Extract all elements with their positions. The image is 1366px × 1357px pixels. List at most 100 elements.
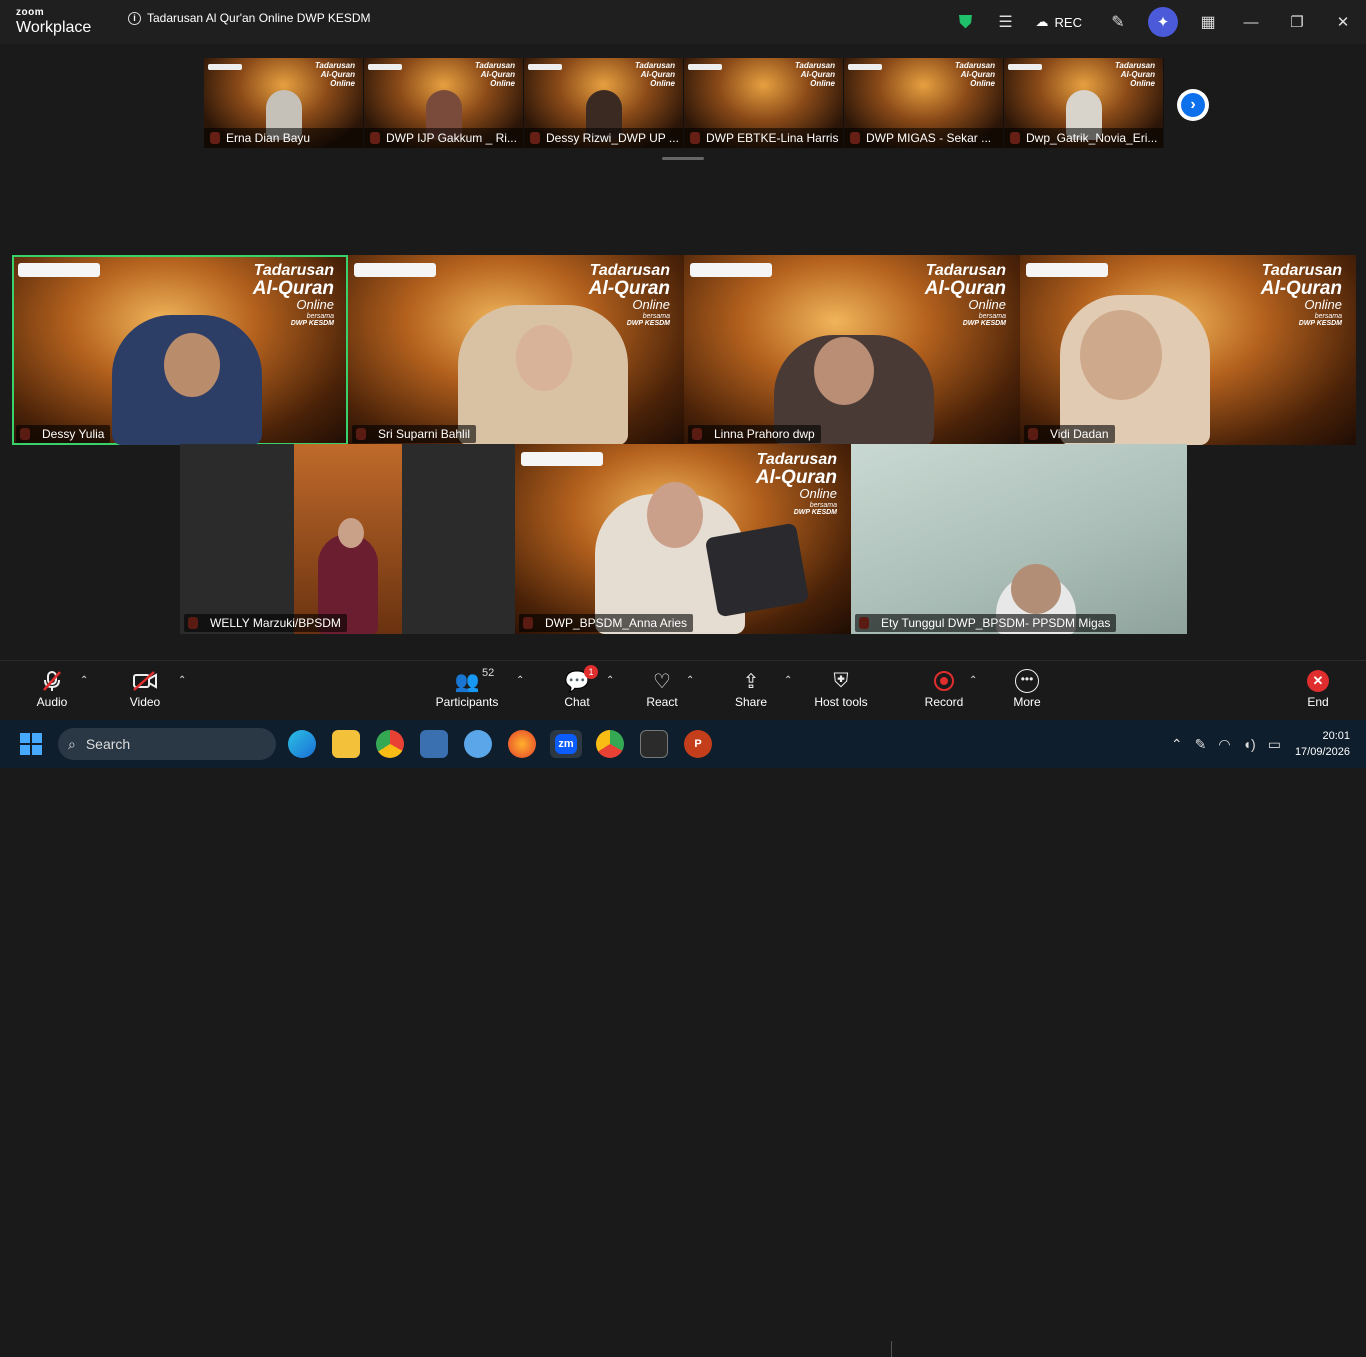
firefox-icon[interactable]	[508, 730, 536, 758]
participants-options-chevron-icon[interactable]: ⌃	[516, 675, 524, 686]
participant-name: Ety Tunggul DWP_BPSDM- PPSDM Migas	[855, 614, 1117, 632]
video-tile[interactable]: Tadarusan Al-Quran Online bersama DWP KESDM …	[515, 444, 851, 634]
minimize-icon[interactable]: —	[1228, 0, 1274, 44]
strip-tile[interactable]: Tadarusan Al-Quran Online DWP MIGAS - Seka…	[844, 58, 1004, 148]
restore-icon[interactable]: ❐	[1274, 0, 1320, 44]
background-title: Tadarusan Al-Quran Online	[314, 61, 355, 88]
org-logos	[1008, 64, 1042, 70]
audio-button[interactable]: Audio	[34, 667, 70, 709]
host-tools-button[interactable]: ⛨ Host tools	[810, 667, 872, 710]
wifi-icon[interactable]: ◠	[1218, 736, 1230, 753]
edge-icon[interactable]	[288, 730, 316, 758]
participant-face	[338, 518, 364, 548]
language-icon[interactable]: ✎	[1195, 736, 1207, 753]
end-meeting-button[interactable]: ✕ End	[1302, 667, 1334, 709]
participant-face	[1011, 564, 1061, 614]
powerpoint-icon[interactable]: P	[684, 730, 712, 758]
share-options-chevron-icon[interactable]: ⌃	[784, 675, 792, 686]
info-icon[interactable]: i	[128, 11, 141, 25]
taskbar-search[interactable]: ⌕ Search	[58, 728, 276, 760]
notes-icon[interactable]: ☰	[986, 2, 1026, 42]
participant-name: Vidi Dadan	[1024, 425, 1115, 443]
next-page-button[interactable]: ›	[1177, 89, 1209, 121]
shield-icon: ⛨	[833, 669, 849, 692]
terminal-icon[interactable]	[640, 730, 668, 758]
participant-name: DWP IJP Gakkum _ Ri...	[364, 128, 523, 148]
participants-button[interactable]: 👥 52 Participants	[434, 667, 500, 709]
clock-time: 20:01	[1322, 730, 1350, 742]
participant-name: Erna Dian Bayu	[204, 128, 363, 148]
share-button[interactable]: ⇪ Share	[734, 667, 768, 710]
cloud-record-status[interactable]: ☁ REC	[1026, 14, 1098, 30]
file-explorer-icon[interactable]	[332, 730, 360, 758]
react-options-chevron-icon[interactable]: ⌃	[686, 675, 694, 686]
meeting-info[interactable]: i Tadarusan Al Qur'an Online DWP KESDM	[128, 11, 371, 25]
search-placeholder: Search	[85, 736, 131, 752]
org-logos	[688, 64, 722, 70]
participant-name: DWP EBTKE-Lina Harris	[684, 128, 843, 148]
volume-icon[interactable]: ◖)	[1243, 736, 1256, 752]
more-label: More	[1013, 695, 1041, 709]
video-tile[interactable]: Tadarusan Al-Quran Online bersama DWP KESDM …	[348, 255, 684, 445]
more-button[interactable]: ••• More	[1010, 667, 1044, 709]
video-tile[interactable]: Tadarusan Al-Quran Online bersama DWP KESDM …	[12, 255, 348, 445]
background-title: Tadarusan Al-Quran Online	[474, 61, 515, 88]
org-logos	[521, 452, 603, 466]
meeting-toolbar: Audio ⌃ Video ⌃ 👥 52 Participants ⌃ 💬 1 …	[0, 660, 1366, 1357]
strip-scroll-indicator[interactable]	[662, 157, 704, 160]
clock[interactable]: 20:01 17/09/2026	[1295, 728, 1350, 760]
share-label: Share	[734, 695, 768, 709]
participant-name: DWP_BPSDM_Anna Aries	[519, 614, 694, 632]
participant-strip: Tadarusan Al-Quran Online Erna Dian Bayu T…	[204, 58, 1164, 148]
chevron-right-icon: ›	[1181, 93, 1205, 117]
org-logos	[18, 263, 100, 277]
background-title: Tadarusan Al-Quran Online bersama DWP KESDM	[924, 262, 1006, 328]
strip-tile[interactable]: Tadarusan Al-Quran Online Dessy Rizwi_DWP …	[524, 58, 684, 148]
chat-unread-badge: 1	[584, 665, 598, 679]
participant-name: Sri Suparni Bahlil	[352, 425, 477, 443]
react-label: React	[646, 695, 678, 709]
chat-options-chevron-icon[interactable]: ⌃	[606, 675, 614, 686]
pencil-icon[interactable]: ✎	[1098, 2, 1138, 42]
record-button[interactable]: Record	[924, 667, 964, 709]
battery-icon[interactable]: ▭	[1268, 736, 1281, 753]
org-logos	[208, 64, 242, 70]
ai-companion-icon[interactable]: ✦	[1148, 7, 1178, 37]
brand-line1: zoom	[16, 7, 45, 18]
strip-tile[interactable]: Tadarusan Al-Quran Online Dwp_Gatrik_Novia…	[1004, 58, 1164, 148]
chrome-profile-icon[interactable]	[596, 730, 624, 758]
strip-tile[interactable]: Tadarusan Al-Quran Online DWP IJP Gakkum _…	[364, 58, 524, 148]
chat-label: Chat	[564, 695, 590, 709]
record-icon	[924, 667, 964, 695]
photos-icon[interactable]	[420, 730, 448, 758]
participant-name: Dessy Yulia	[16, 425, 111, 443]
video-options-chevron-icon[interactable]: ⌃	[178, 675, 186, 686]
react-button[interactable]: ♡ React	[644, 667, 680, 710]
video-tile[interactable]: Ety Tunggul DWP_BPSDM- PPSDM Migas	[851, 444, 1187, 634]
windows-start-icon[interactable]	[20, 733, 42, 755]
search-icon: ⌕	[68, 735, 76, 752]
apps-icon[interactable]: ▦	[1188, 2, 1228, 42]
chevron-up-icon[interactable]: ⌃	[1171, 736, 1183, 753]
audio-options-chevron-icon[interactable]: ⌃	[80, 675, 88, 686]
host-tools-label: Host tools	[814, 695, 868, 709]
toolbar-divider	[891, 1341, 892, 1357]
browser-icon[interactable]	[464, 730, 492, 758]
video-tile[interactable]: Tadarusan Al-Quran Online bersama DWP KESDM …	[1020, 255, 1356, 445]
org-logos	[528, 64, 562, 70]
shield-icon[interactable]: ⛊	[946, 2, 986, 42]
zoom-taskbar-icon[interactable]: zm	[550, 730, 582, 758]
record-options-chevron-icon[interactable]: ⌃	[969, 675, 977, 686]
system-tray: ⌃ ✎ ◠ ◖) ▭ 20:01 17/09/2026	[1165, 720, 1366, 768]
video-button[interactable]: Video	[126, 667, 164, 709]
strip-tile[interactable]: Tadarusan Al-Quran Online DWP EBTKE-Lina H…	[684, 58, 844, 148]
close-icon[interactable]: ✕	[1320, 0, 1366, 44]
background-title: Tadarusan Al-Quran Online	[954, 61, 995, 88]
chrome-icon[interactable]	[376, 730, 404, 758]
chat-button[interactable]: 💬 1 Chat	[562, 665, 598, 709]
tablet-device	[704, 522, 810, 618]
video-tile[interactable]: Tadarusan Al-Quran Online bersama DWP KESDM …	[684, 255, 1020, 445]
strip-tile[interactable]: Tadarusan Al-Quran Online Erna Dian Bayu	[204, 58, 364, 148]
video-tile[interactable]: WELLY Marzuki/BPSDM	[180, 444, 516, 634]
participant-name: Linna Prahoro dwp	[688, 425, 821, 443]
